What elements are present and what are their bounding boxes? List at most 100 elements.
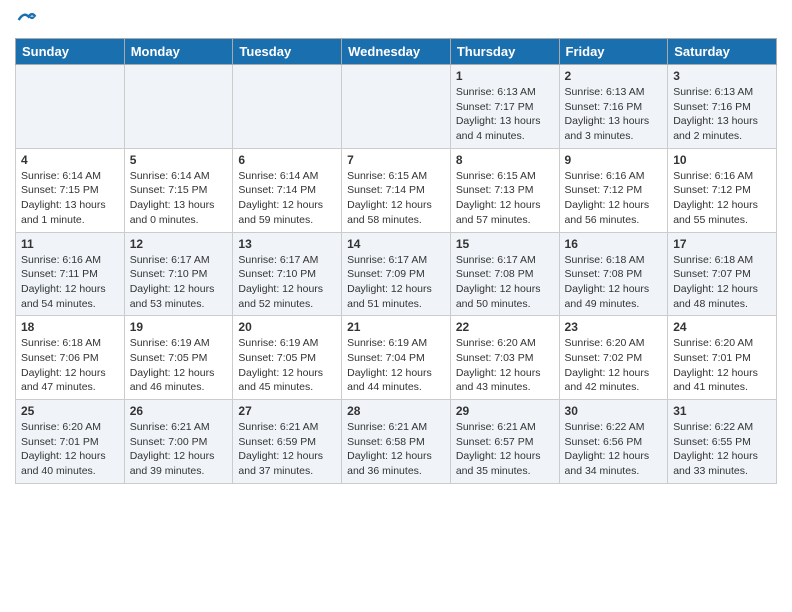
daylight-text: Daylight: 12 hours and 43 minutes. [456, 367, 541, 394]
sunrise-text: Sunrise: 6:14 AM [21, 170, 101, 182]
day-info: Sunrise: 6:16 AMSunset: 7:12 PMDaylight:… [565, 169, 663, 228]
sunrise-text: Sunrise: 6:13 AM [673, 86, 753, 98]
sunrise-text: Sunrise: 6:17 AM [347, 254, 427, 266]
day-info: Sunrise: 6:18 AMSunset: 7:07 PMDaylight:… [673, 253, 771, 312]
sunrise-text: Sunrise: 6:19 AM [238, 337, 318, 349]
day-number: 16 [565, 237, 663, 251]
calendar-cell: 10Sunrise: 6:16 AMSunset: 7:12 PMDayligh… [668, 148, 777, 232]
logo [15, 10, 37, 30]
sunrise-text: Sunrise: 6:13 AM [456, 86, 536, 98]
sunset-text: Sunset: 7:08 PM [565, 268, 643, 280]
day-number: 18 [21, 320, 119, 334]
day-number: 14 [347, 237, 445, 251]
header [15, 10, 777, 30]
day-info: Sunrise: 6:13 AMSunset: 7:17 PMDaylight:… [456, 85, 554, 144]
daylight-text: Daylight: 12 hours and 58 minutes. [347, 199, 432, 226]
day-info: Sunrise: 6:18 AM Sunset: 7:08 PM Daylight:… [565, 253, 663, 312]
day-info: Sunrise: 6:13 AMSunset: 7:16 PMDaylight:… [673, 85, 771, 144]
daylight-text: Daylight: 12 hours and 41 minutes. [673, 367, 758, 394]
sunrise-text: Sunrise: 6:18 AM [673, 254, 753, 266]
daylight-text: Daylight: 12 hours and 53 minutes. [130, 283, 215, 310]
daylight-text: Daylight: 12 hours and 44 minutes. [347, 367, 432, 394]
calendar-cell: 13Sunrise: 6:17 AMSunset: 7:10 PMDayligh… [233, 232, 342, 316]
sunrise-text: Sunrise: 6:16 AM [21, 254, 101, 266]
sunrise-text: Sunrise: 6:16 AM [673, 170, 753, 182]
day-info: Sunrise: 6:20 AM Sunset: 7:01 PM Daylight:… [21, 420, 119, 479]
sunset-text: Sunset: 7:15 PM [130, 184, 208, 196]
sunrise-text: Sunrise: 6:18 AM [21, 337, 101, 349]
daylight-text: Daylight: 12 hours and 49 minutes. [565, 283, 650, 310]
day-number: 21 [347, 320, 445, 334]
calendar-cell: 21 Sunrise: 6:19 AMSunset: 7:04 PMDayligh… [342, 316, 451, 400]
day-number: 25 [21, 404, 119, 418]
sunrise-text: Sunrise: 6:20 AM [456, 337, 536, 349]
day-info: Sunrise: 6:22 AMSunset: 6:55 PMDaylight:… [673, 420, 771, 479]
day-number: 8 [456, 153, 554, 167]
daylight-text: Daylight: 12 hours and 40 minutes. [21, 450, 106, 477]
day-info: Sunrise: 6:18 AMSunset: 7:06 PMDaylight:… [21, 336, 119, 395]
sunset-text: Sunset: 7:16 PM [565, 101, 643, 113]
calendar-header-row: SundayMondayTuesdayWednesdayThursdayFrid… [16, 39, 777, 65]
daylight-text: Daylight: 12 hours and 39 minutes. [130, 450, 215, 477]
sunset-text: Sunset: 6:57 PM [456, 436, 534, 448]
sunrise-text: Sunrise: 6:22 AM [565, 421, 645, 433]
day-info: Sunrise: 6:20 AMSunset: 7:01 PMDaylight:… [673, 336, 771, 395]
sunrise-text: Sunrise: 6:19 AM [130, 337, 210, 349]
sunset-text: Sunset: 7:10 PM [130, 268, 208, 280]
day-of-week-header: Tuesday [233, 39, 342, 65]
day-info: Sunrise: 6:15 AMSunset: 7:13 PMDaylight:… [456, 169, 554, 228]
calendar-table: SundayMondayTuesdayWednesdayThursdayFrid… [15, 38, 777, 484]
day-number: 9 [565, 153, 663, 167]
sunset-text: Sunset: 7:13 PM [456, 184, 534, 196]
day-number: 24 [673, 320, 771, 334]
day-info: Sunrise: 6:17 AMSunset: 7:08 PMDaylight:… [456, 253, 554, 312]
sunrise-text: Sunrise: 6:20 AM [21, 421, 101, 433]
calendar-week-row: 11Sunrise: 6:16 AMSunset: 7:11 PMDayligh… [16, 232, 777, 316]
sunset-text: Sunset: 7:01 PM [21, 436, 99, 448]
calendar-cell: 22 Sunrise: 6:20 AM Sunset: 7:03 PM Dayligh… [450, 316, 559, 400]
sunrise-text: Sunrise: 6:17 AM [456, 254, 536, 266]
day-of-week-header: Wednesday [342, 39, 451, 65]
page: SundayMondayTuesdayWednesdayThursdayFrid… [0, 0, 792, 494]
day-number: 10 [673, 153, 771, 167]
calendar-week-row: 1Sunrise: 6:13 AMSunset: 7:17 PMDaylight… [16, 65, 777, 149]
day-of-week-header: Thursday [450, 39, 559, 65]
calendar-cell: 31Sunrise: 6:22 AMSunset: 6:55 PMDayligh… [668, 400, 777, 484]
sunset-text: Sunset: 7:05 PM [130, 352, 208, 364]
calendar-cell [342, 65, 451, 149]
sunset-text: Sunset: 7:05 PM [238, 352, 316, 364]
sunset-text: Sunset: 7:00 PM [130, 436, 208, 448]
calendar-cell: 25 Sunrise: 6:20 AM Sunset: 7:01 PM Dayligh… [16, 400, 125, 484]
day-number: 6 [238, 153, 336, 167]
calendar-cell: 9 Sunrise: 6:16 AMSunset: 7:12 PMDaylight… [559, 148, 668, 232]
day-info: Sunrise: 6:22 AMSunset: 6:56 PMDaylight:… [565, 420, 663, 479]
sunset-text: Sunset: 7:14 PM [347, 184, 425, 196]
day-info: Sunrise: 6:19 AMSunset: 7:04 PMDaylight:… [347, 336, 445, 395]
day-info: Sunrise: 6:20 AMSunset: 7:02 PMDaylight:… [565, 336, 663, 395]
calendar-cell: 28Sunrise: 6:21 AMSunset: 6:58 PMDayligh… [342, 400, 451, 484]
calendar-cell: 1Sunrise: 6:13 AMSunset: 7:17 PMDaylight… [450, 65, 559, 149]
day-of-week-header: Saturday [668, 39, 777, 65]
sunrise-text: Sunrise: 6:19 AM [347, 337, 427, 349]
sunset-text: Sunset: 7:06 PM [21, 352, 99, 364]
calendar-cell: 5Sunrise: 6:14 AMSunset: 7:15 PMDaylight… [124, 148, 233, 232]
day-number: 7 [347, 153, 445, 167]
day-info: Sunrise: 6:14 AMSunset: 7:15 PMDaylight:… [130, 169, 228, 228]
daylight-text: Daylight: 12 hours and 51 minutes. [347, 283, 432, 310]
day-number: 22 [456, 320, 554, 334]
day-info: Sunrise: 6:14 AMSunset: 7:14 PMDaylight:… [238, 169, 336, 228]
sunrise-text: Sunrise: 6:21 AM [130, 421, 210, 433]
calendar-cell: 18Sunrise: 6:18 AMSunset: 7:06 PMDayligh… [16, 316, 125, 400]
daylight-text: Daylight: 12 hours and 56 minutes. [565, 199, 650, 226]
sunset-text: Sunset: 7:11 PM [21, 268, 98, 280]
sunrise-text: Sunrise: 6:18 AM [565, 254, 645, 266]
daylight-text: Daylight: 12 hours and 50 minutes. [456, 283, 541, 310]
sunset-text: Sunset: 7:03 PM [456, 352, 534, 364]
daylight-text: Daylight: 13 hours and 1 minute. [21, 199, 106, 226]
calendar-cell: 14Sunrise: 6:17 AMSunset: 7:09 PMDayligh… [342, 232, 451, 316]
day-info: Sunrise: 6:20 AM Sunset: 7:03 PM Daylight:… [456, 336, 554, 395]
day-info: Sunrise: 6:21 AM Sunset: 7:00 PM Daylight:… [130, 420, 228, 479]
calendar-cell: 12Sunrise: 6:17 AMSunset: 7:10 PMDayligh… [124, 232, 233, 316]
sunset-text: Sunset: 6:59 PM [238, 436, 316, 448]
day-number: 4 [21, 153, 119, 167]
